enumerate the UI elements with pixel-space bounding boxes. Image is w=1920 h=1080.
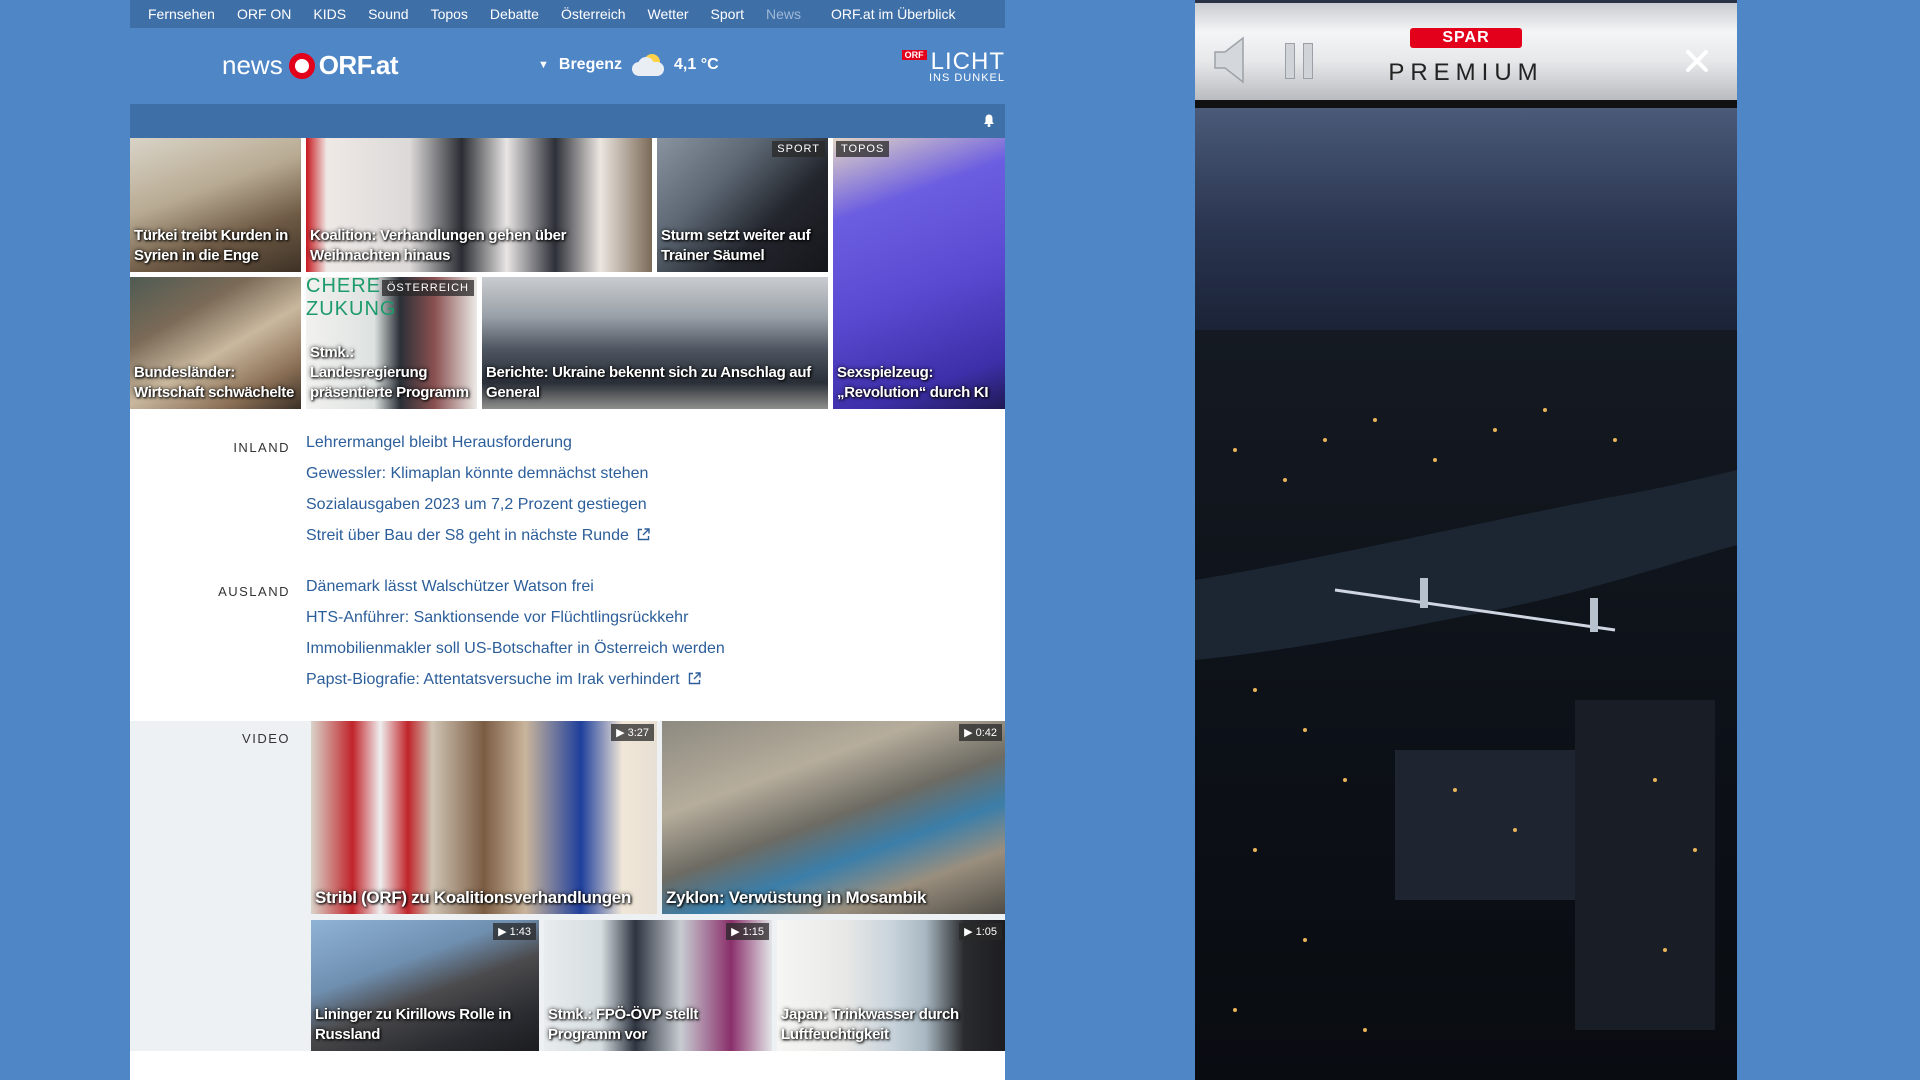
story-tile-stmk[interactable]: CHERE ZUKUNG ÖSTERREICH Stmk.: Landesreg… — [306, 277, 477, 409]
story-tile-koalition[interactable]: Koalition: Verhandlungen gehen über Weih… — [306, 138, 652, 272]
link-text: Papst-Biografie: Attentatsversuche im Ir… — [306, 671, 680, 688]
ad-video-city — [1195, 330, 1737, 1080]
spar-logo: SPAR — [1410, 28, 1522, 48]
city-lights-image — [1195, 408, 1737, 1032]
story-tile-tuerkei[interactable]: Türkei treibt Kurden in Syrien in die En… — [130, 138, 301, 272]
nav-news[interactable]: News — [755, 6, 812, 22]
ausland-link[interactable]: Immobilienmakler soll US-Botschafter in … — [306, 633, 725, 664]
video-duration: ▶ 1:15 — [726, 923, 769, 940]
nav-sport[interactable]: Sport — [700, 6, 755, 22]
section-label-video: VIDEO — [242, 731, 290, 746]
licht-title: LICHT — [930, 48, 1005, 75]
video-caption: Lininger zu Kirillows Rolle in Russland — [315, 1006, 512, 1043]
tile-section-tag: ÖSTERREICH — [381, 280, 474, 296]
orf-ring-icon — [288, 52, 315, 79]
tile-caption: Koalition: Verhandlungen gehen über Weih… — [310, 227, 567, 264]
bell-icon[interactable] — [983, 114, 995, 127]
section-label-inland: INLAND — [233, 440, 290, 455]
story-tile-bundeslaender[interactable]: Bundesländer: Wirtschaft schwächelte — [130, 277, 301, 409]
weather-location: Bregenz — [558, 56, 623, 73]
story-tile-sturm[interactable]: SPORT Sturm setzt weiter auf Trainer Säu… — [657, 138, 828, 272]
video-caption: Zyklon: Verwüstung in Mosambik — [666, 888, 927, 907]
tile-caption: Türkei treibt Kurden in Syrien in die En… — [134, 227, 288, 264]
ausland-link[interactable]: Dänemark lässt Walschützer Watson frei — [306, 571, 725, 602]
link-text: Streit über Bau der S8 geht in nächste R… — [306, 527, 629, 544]
tile-section-tag: TOPOS — [836, 141, 890, 157]
video-tile-lininger[interactable]: ▶ 1:43 Lininger zu Kirillows Rolle in Ru… — [311, 920, 539, 1051]
video-tile-zyklon[interactable]: ▶ 0:42 Zyklon: Verwüstung in Mosambik — [662, 721, 1005, 914]
ad-header-bar: SPAR PREMIUM — [1195, 0, 1737, 108]
close-icon[interactable] — [1685, 49, 1709, 73]
tile-caption: Berichte: Ukraine bekennt sich zu Anschl… — [486, 364, 811, 401]
tile-caption: Stmk.: Landesregierung präsentierte Prog… — [310, 344, 469, 401]
video-tile-stmk[interactable]: ▶ 1:15 Stmk.: FPÖ-ÖVP stellt Programm vo… — [544, 920, 772, 1051]
logo-news-text: news — [222, 50, 283, 80]
story-tile-ukraine[interactable]: Berichte: Ukraine bekennt sich zu Anschl… — [482, 277, 828, 409]
external-link-icon — [637, 528, 650, 541]
external-link-icon — [688, 672, 701, 685]
partly-cloudy-icon — [632, 54, 666, 76]
video-duration: ▶ 1:05 — [959, 923, 1002, 940]
dropdown-triangle-icon[interactable]: ▼ — [538, 59, 549, 71]
video-ad-panel[interactable]: SPAR PREMIUM — [1195, 0, 1737, 1080]
inland-link-external[interactable]: Streit über Bau der S8 geht in nächste R… — [306, 520, 650, 551]
tile-caption: Sexspielzeug: „Revolution“ durch KI — [837, 364, 989, 401]
licht-ins-dunkel-logo[interactable]: ORF LICHT INS DUNKEL — [901, 48, 1005, 84]
inland-link[interactable]: Sozialausgaben 2023 um 7,2 Prozent gesti… — [306, 489, 650, 520]
weather-widget[interactable]: ▼ Bregenz 4,1 °C — [538, 54, 719, 76]
section-label-ausland: AUSLAND — [218, 584, 290, 599]
main-content: Türkei treibt Kurden in Syrien in die En… — [130, 138, 1005, 1080]
video-duration: ▶ 1:43 — [493, 923, 536, 940]
video-duration: ▶ 0:42 — [959, 724, 1002, 741]
top-navigation: Fernsehen ORF ON KIDS Sound Topos Debatt… — [130, 0, 1005, 28]
video-caption: Japan: Trinkwasser durch Luftfeuchtigkei… — [781, 1006, 959, 1043]
video-duration: ▶ 3:27 — [611, 724, 654, 741]
nav-orf-overview[interactable]: ORF.at im Überblick — [820, 6, 966, 22]
orf-badge: ORF — [901, 50, 927, 60]
ausland-link[interactable]: HTS-Anführer: Sanktionsende vor Flüchtli… — [306, 602, 725, 633]
ausland-link-external[interactable]: Papst-Biografie: Attentatsversuche im Ir… — [306, 664, 725, 695]
nav-fernsehen[interactable]: Fernsehen — [130, 6, 226, 22]
video-tile-stribl[interactable]: ▶ 3:27 Stribl (ORF) zu Koalitionsverhand… — [311, 721, 657, 914]
story-tile-sexspielzeug[interactable]: TOPOS Sexspielzeug: „Revolution“ durch K… — [833, 138, 1005, 409]
news-orf-logo[interactable]: news ORF.at — [222, 50, 399, 81]
video-tile-japan[interactable]: ▶ 1:05 Japan: Trinkwasser durch Luftfeuc… — [777, 920, 1005, 1051]
inland-link-list: Lehrermangel bleibt Herausforderung Gewe… — [306, 427, 650, 551]
weather-temperature: 4,1 °C — [674, 56, 719, 73]
tile-caption: Bundesländer: Wirtschaft schwächelte — [134, 364, 294, 401]
inland-link[interactable]: Gewessler: Klimaplan könnte demnächst st… — [306, 458, 650, 489]
nav-wetter[interactable]: Wetter — [637, 6, 700, 22]
video-caption: Stmk.: FPÖ-ÖVP stellt Programm vor — [548, 1006, 699, 1043]
nav-kids[interactable]: KIDS — [302, 6, 357, 22]
video-section: VIDEO ▶ 3:27 Stribl (ORF) zu Koalitionsv… — [130, 721, 1005, 1051]
nav-sound[interactable]: Sound — [357, 6, 419, 22]
video-caption: Stribl (ORF) zu Koalitionsverhandlungen — [315, 888, 632, 907]
site-header: news ORF.at ▼ Bregenz 4,1 °C ORF LICHT IN… — [130, 28, 1005, 104]
ausland-link-list: Dänemark lässt Walschützer Watson frei H… — [306, 571, 725, 695]
logo-orf-text: ORF.at — [318, 50, 399, 80]
notification-bar — [130, 104, 1005, 138]
nav-oesterreich[interactable]: Österreich — [550, 6, 637, 22]
ad-title: PREMIUM — [1388, 59, 1544, 86]
nav-orf-on[interactable]: ORF ON — [226, 6, 302, 22]
inland-link[interactable]: Lehrermangel bleibt Herausforderung — [306, 427, 650, 458]
nav-debatte[interactable]: Debatte — [479, 6, 550, 22]
tile-section-tag: SPORT — [772, 141, 825, 157]
nav-topos[interactable]: Topos — [420, 6, 479, 22]
tile-caption: Sturm setzt weiter auf Trainer Säumel — [661, 227, 811, 264]
